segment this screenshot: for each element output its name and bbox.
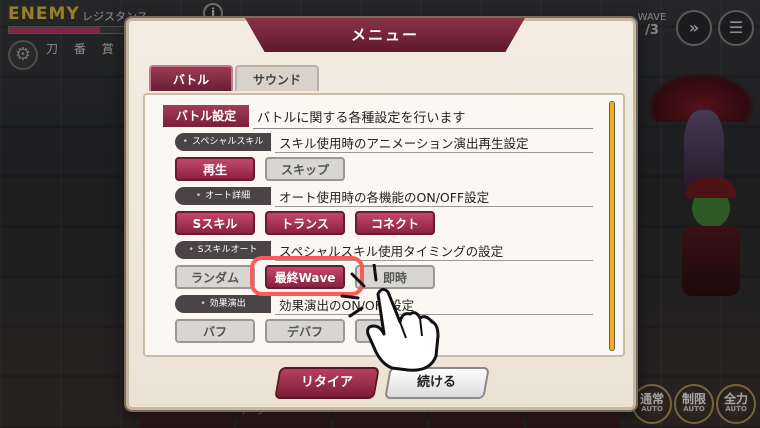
scrollbar[interactable] bbox=[609, 101, 615, 351]
row-description: オート使用時の各機能のON/OFF設定 bbox=[279, 190, 490, 205]
divider bbox=[275, 206, 593, 207]
option-skip[interactable]: スキップ bbox=[265, 157, 345, 181]
tab-bar: バトル サウンド bbox=[149, 65, 319, 91]
row-label-effect: 効果演出 bbox=[175, 295, 271, 313]
scrollbar-thumb[interactable] bbox=[610, 102, 614, 350]
option-s-skill[interactable]: Sスキル bbox=[175, 211, 255, 235]
section-description: バトルに関する各種設定を行います bbox=[257, 111, 466, 126]
pointing-hand-icon bbox=[340, 264, 440, 372]
tab-battle[interactable]: バトル bbox=[149, 65, 233, 91]
row-description: スキル使用時のアニメーション演出再生設定 bbox=[279, 136, 529, 151]
option-play[interactable]: 再生 bbox=[175, 157, 255, 181]
divider bbox=[275, 152, 593, 153]
row-label-auto-detail: オート詳細 bbox=[175, 187, 271, 205]
option-trance[interactable]: トランス bbox=[265, 211, 345, 235]
option-random[interactable]: ランダム bbox=[175, 265, 255, 289]
dialog-title: メニュー bbox=[245, 18, 525, 52]
option-buff[interactable]: バフ bbox=[175, 319, 255, 343]
divider bbox=[253, 128, 593, 129]
option-debuff[interactable]: デバフ bbox=[265, 319, 345, 343]
row-label-special-skill: スペシャルスキル bbox=[175, 133, 271, 151]
tab-sound[interactable]: サウンド bbox=[235, 65, 319, 91]
section-label: バトル設定 bbox=[163, 105, 249, 127]
option-connect[interactable]: コネクト bbox=[355, 211, 435, 235]
